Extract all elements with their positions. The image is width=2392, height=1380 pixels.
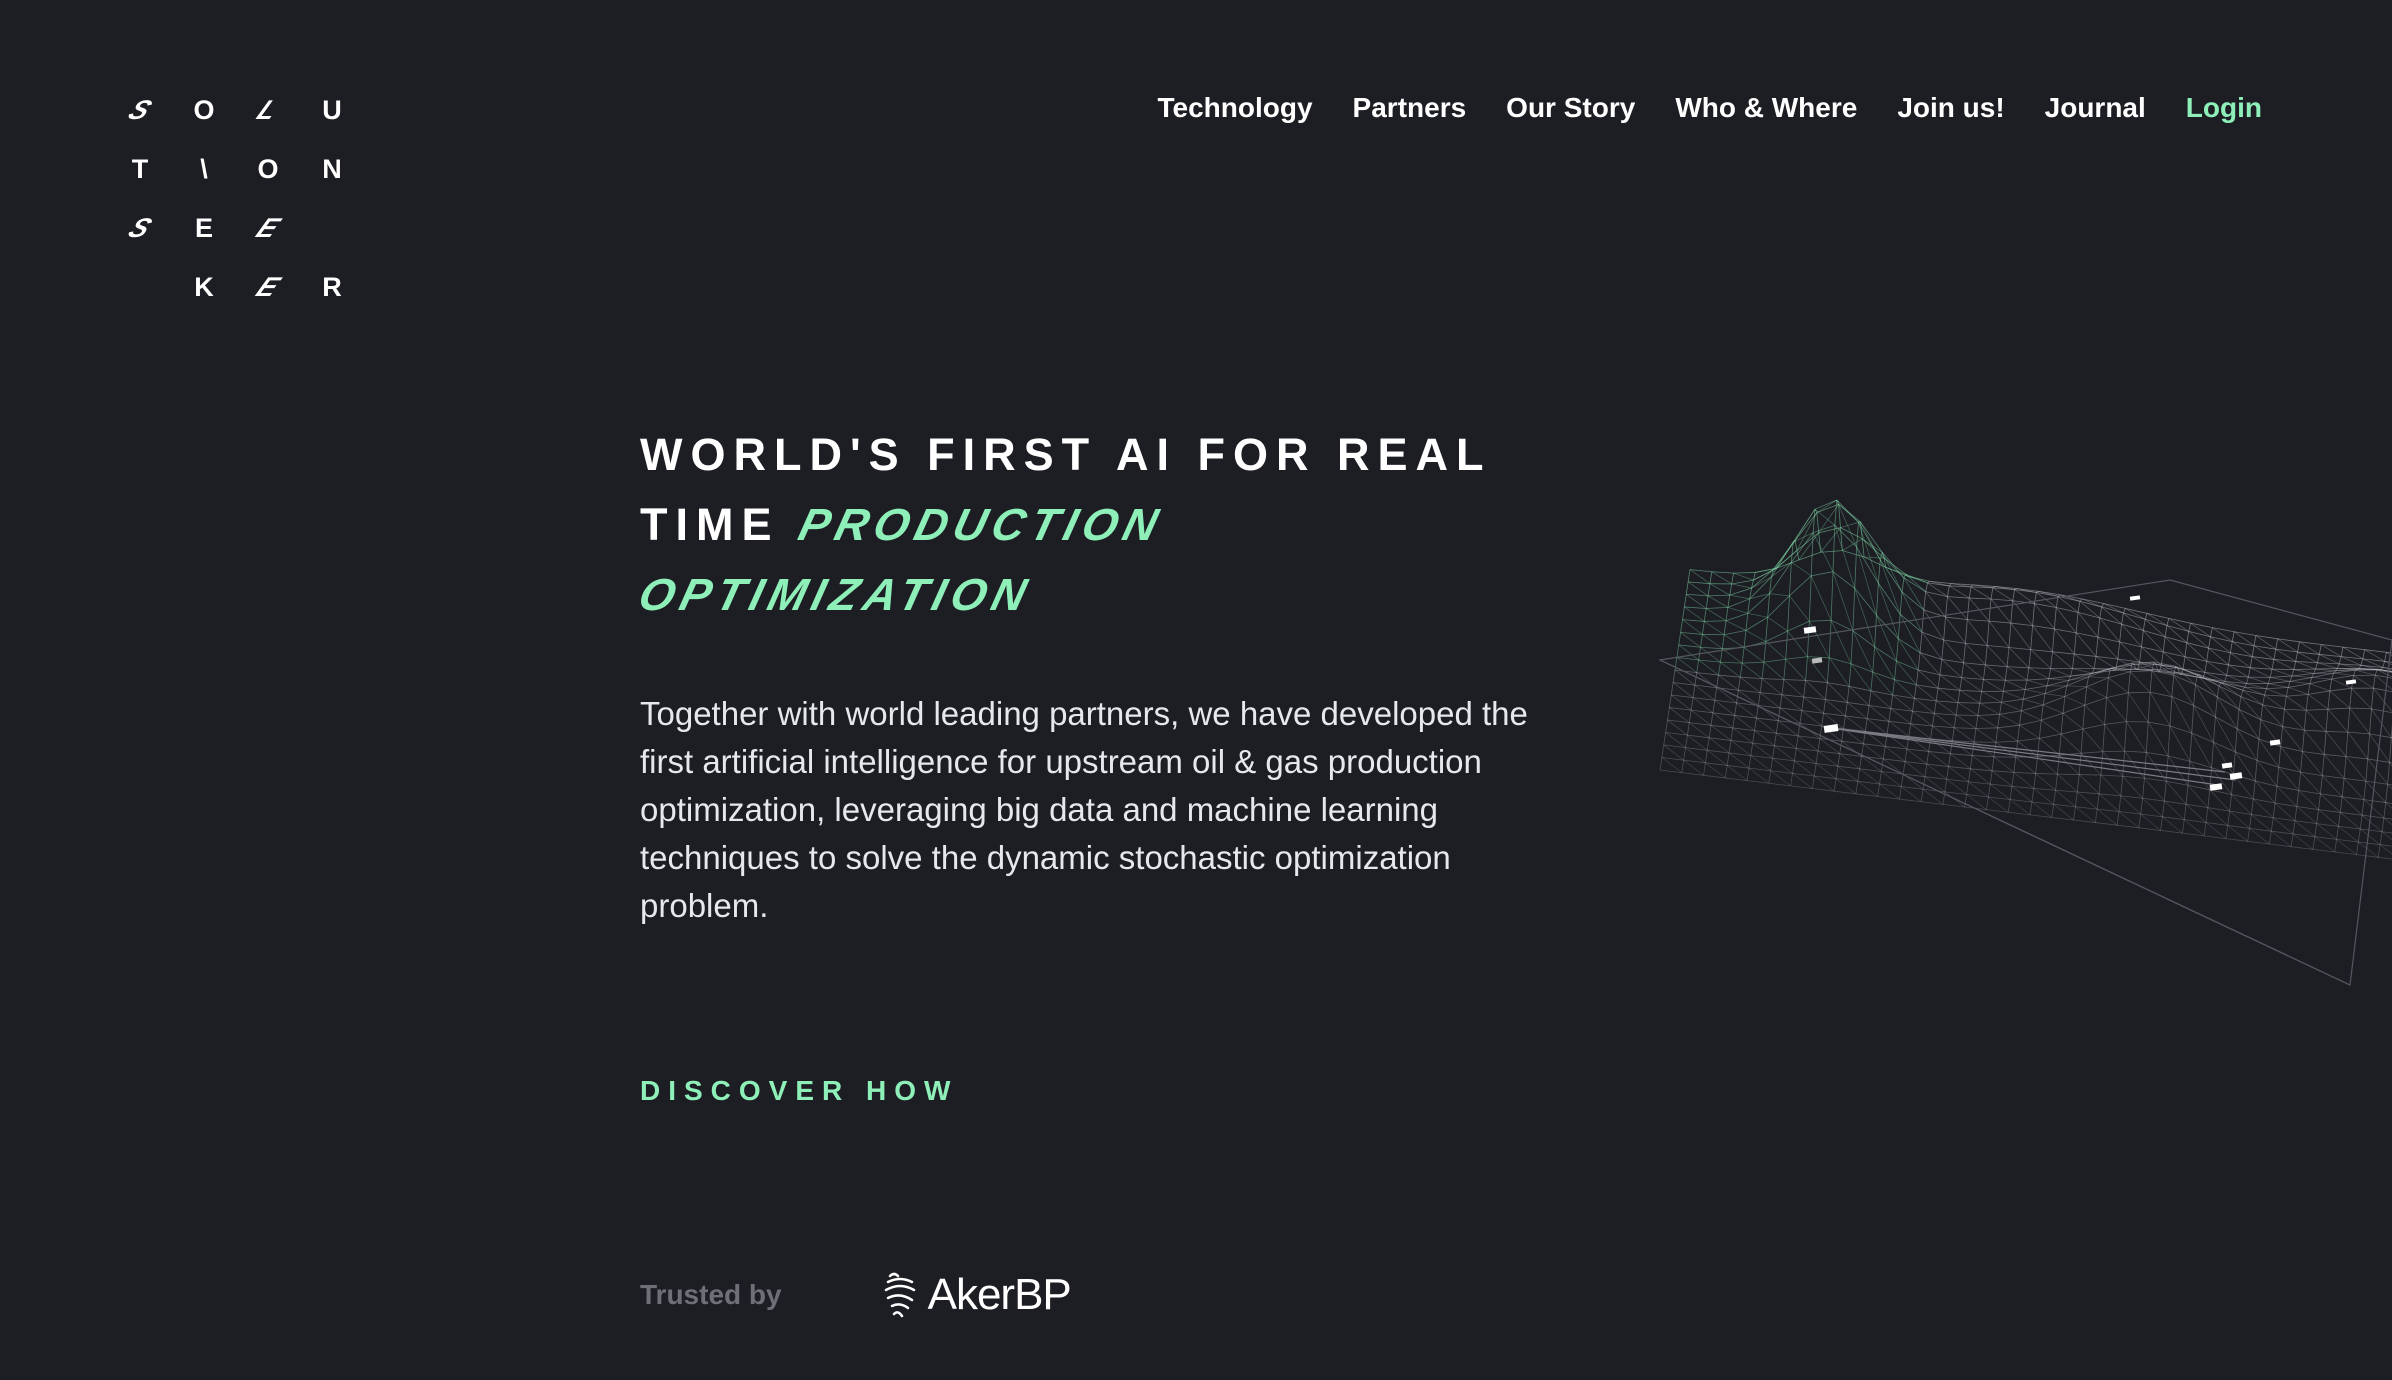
headline-accent-optimization: OPTIMIZATION	[633, 569, 1038, 620]
hero-headline: WORLD'S FIRST AI FOR REAL TIME PRODUCTIO…	[634, 420, 1560, 630]
main-nav: Technology Partners Our Story Who & Wher…	[1118, 92, 2263, 124]
nav-journal[interactable]: Journal	[2045, 92, 2146, 124]
headline-line-1: WORLD'S FIRST AI FOR REAL	[640, 429, 1492, 480]
discover-how-link[interactable]: DISCOVER HOW	[640, 1075, 958, 1107]
logo-letter: E	[194, 212, 213, 243]
logo-letter: K	[194, 271, 214, 302]
logo-letter: O	[193, 94, 215, 125]
page: S O L U T \ O N S E E K E R Technology P…	[0, 0, 2392, 1380]
logo-letter	[312, 208, 352, 248]
logo-letter: E	[251, 271, 286, 302]
nav-who-where[interactable]: Who & Where	[1675, 92, 1857, 124]
logo[interactable]: S O L U T \ O N S E E K E R	[120, 90, 376, 326]
nav-partners[interactable]: Partners	[1353, 92, 1467, 124]
nav-our-story[interactable]: Our Story	[1506, 92, 1635, 124]
logo-letter: R	[322, 271, 342, 302]
logo-letter: L	[252, 94, 285, 125]
trusted-by-section: Trusted by AkerBP	[640, 1270, 1072, 1320]
logo-letter: N	[322, 153, 342, 184]
login-link[interactable]: Login	[2186, 92, 2262, 124]
nav-technology[interactable]: Technology	[1158, 92, 1313, 124]
trusted-label: Trusted by	[640, 1279, 782, 1310]
logo-letter: E	[251, 212, 286, 243]
nav-join-us[interactable]: Join us!	[1897, 92, 2004, 124]
logo-letter: \	[200, 153, 208, 184]
hero: WORLD'S FIRST AI FOR REAL TIME PRODUCTIO…	[634, 420, 1560, 1107]
akerbp-emblem-icon	[884, 1272, 915, 1318]
logo-letter: O	[257, 153, 279, 184]
headline-accent-production: PRODUCTION	[793, 499, 1169, 550]
logo-letter: S	[123, 212, 158, 243]
logo-letter	[120, 267, 160, 307]
hero-lead: Together with world leading partners, we…	[640, 695, 1528, 924]
logo-letter: U	[322, 94, 342, 125]
partner-logo-akerbp[interactable]: AkerBP	[882, 1270, 1072, 1320]
headline-line-2: TIME	[640, 499, 780, 550]
logo-letter: S	[123, 94, 158, 125]
logo-letter: T	[131, 153, 149, 184]
terrain-wireframe-graphic	[1657, 499, 2392, 986]
partner-name: AkerBP	[927, 1270, 1072, 1319]
